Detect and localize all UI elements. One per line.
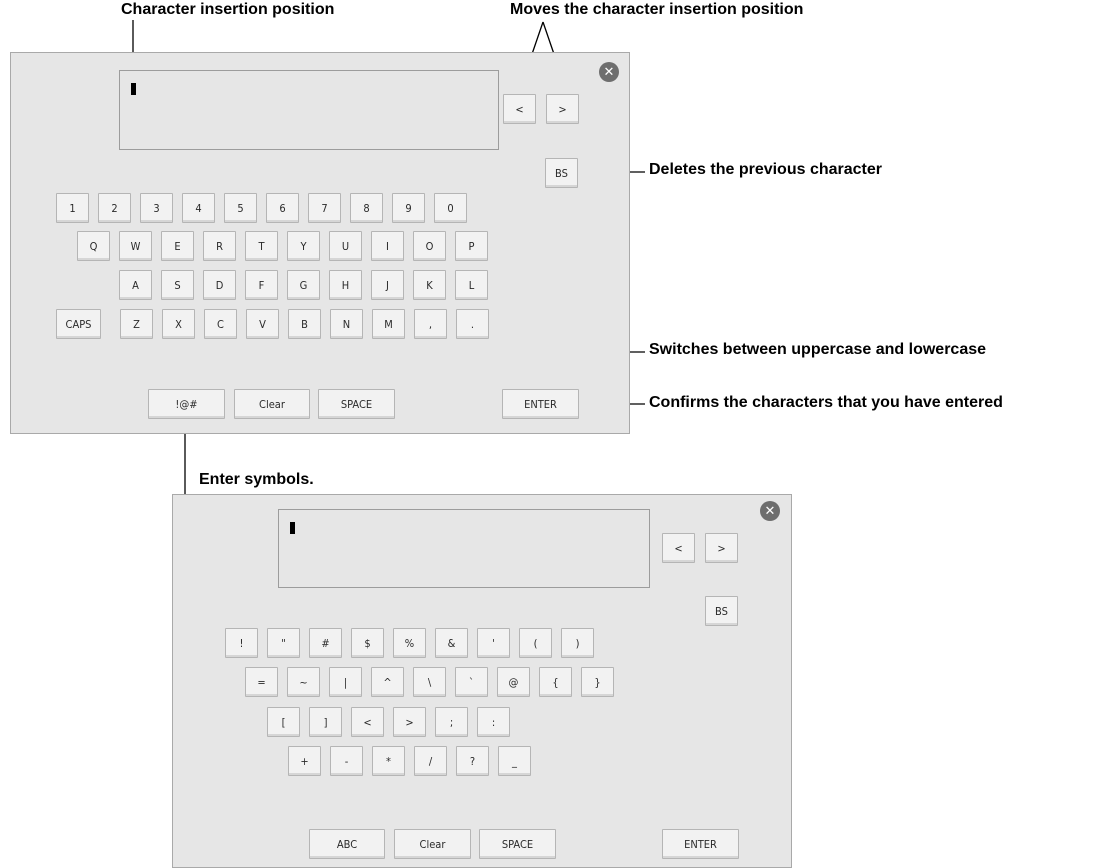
key-char[interactable]: L — [455, 270, 488, 300]
key-char[interactable]: + — [288, 746, 321, 776]
key-char[interactable]: M — [372, 309, 405, 339]
key-char[interactable]: , — [414, 309, 447, 339]
space-button[interactable]: SPACE — [318, 389, 395, 419]
key-char[interactable]: # — [309, 628, 342, 658]
key-char[interactable]: G — [287, 270, 320, 300]
key-char[interactable]: ! — [225, 628, 258, 658]
key-char[interactable]: . — [456, 309, 489, 339]
keyboard-panel-symbols: ✕ < > BS ! " # $% & '() = ~ | ^ \ ` @{}[] < >;: + - * /? _ … — [172, 494, 792, 868]
key-char[interactable]: T — [245, 231, 278, 261]
key-char[interactable]: ^ — [371, 667, 404, 697]
key-char[interactable]: R — [203, 231, 236, 261]
key-caps[interactable]: CAPS — [56, 309, 101, 339]
key-char[interactable]: * — [372, 746, 405, 776]
key-char[interactable]: { — [539, 667, 572, 697]
close-icon[interactable]: ✕ — [599, 62, 619, 82]
key-char[interactable]: B — [288, 309, 321, 339]
cursor-right-button[interactable]: > — [546, 94, 579, 124]
key-char[interactable]: ` — [455, 667, 488, 697]
annotation-move-cursor: Moves the character insertion position — [510, 1, 804, 18]
key-char[interactable]: 3 — [140, 193, 173, 223]
key-char[interactable]: $ — [351, 628, 384, 658]
key-char[interactable]: ( — [519, 628, 552, 658]
enter-button[interactable]: ENTER — [662, 829, 739, 859]
key-char[interactable]: 8 — [350, 193, 383, 223]
key-char[interactable]: % — [393, 628, 426, 658]
key-char[interactable]: P — [455, 231, 488, 261]
key-char[interactable]: W — [119, 231, 152, 261]
text-cursor — [290, 522, 295, 534]
key-char[interactable]: ~ — [287, 667, 320, 697]
backspace-button[interactable]: BS — [545, 158, 578, 188]
key-char[interactable]: C — [204, 309, 237, 339]
annotation-enter: Confirms the characters that you have en… — [649, 394, 1003, 411]
key-char[interactable]: 1 — [56, 193, 89, 223]
key-char[interactable]: & — [435, 628, 468, 658]
key-char[interactable]: J — [371, 270, 404, 300]
annotation-symbols: Enter symbols. — [199, 471, 314, 488]
clear-button[interactable]: Clear — [234, 389, 310, 419]
key-char[interactable]: : — [477, 707, 510, 737]
key-char[interactable]: N — [330, 309, 363, 339]
key-char[interactable]: < — [351, 707, 384, 737]
key-char[interactable]: Z — [120, 309, 153, 339]
key-char[interactable]: ] — [309, 707, 342, 737]
close-icon[interactable]: ✕ — [760, 501, 780, 521]
key-char[interactable]: " — [267, 628, 300, 658]
text-input-display[interactable] — [119, 70, 499, 150]
text-cursor — [131, 83, 136, 95]
cursor-right-button[interactable]: > — [705, 533, 738, 563]
annotation-cursor-position: Character insertion position — [121, 1, 335, 18]
key-char[interactable]: V — [246, 309, 279, 339]
key-char[interactable]: E — [161, 231, 194, 261]
annotation-caps: Switches between uppercase and lowercase — [649, 341, 987, 358]
key-char[interactable]: > — [393, 707, 426, 737]
clear-button[interactable]: Clear — [394, 829, 471, 859]
key-char[interactable]: A — [119, 270, 152, 300]
space-button[interactable]: SPACE — [479, 829, 556, 859]
key-char[interactable]: O — [413, 231, 446, 261]
key-char[interactable]: S — [161, 270, 194, 300]
keyboard-panel-main: ✕ < > BS 1 2 3 4 5 6 7 8 9 0 Q W E R T Y U I O P A S D F G H J K L CA… — [10, 52, 630, 434]
key-char[interactable]: | — [329, 667, 362, 697]
key-char[interactable]: [ — [267, 707, 300, 737]
key-char[interactable]: = — [245, 667, 278, 697]
backspace-button[interactable]: BS — [705, 596, 738, 626]
key-char[interactable]: H — [329, 270, 362, 300]
key-char[interactable]: @ — [497, 667, 530, 697]
key-char[interactable]: K — [413, 270, 446, 300]
key-char[interactable]: X — [162, 309, 195, 339]
key-char[interactable]: ) — [561, 628, 594, 658]
key-char[interactable]: 9 — [392, 193, 425, 223]
key-char[interactable]: ' — [477, 628, 510, 658]
abc-mode-button[interactable]: ABC — [309, 829, 385, 859]
key-char[interactable]: ; — [435, 707, 468, 737]
key-char[interactable]: 4 — [182, 193, 215, 223]
key-char[interactable]: D — [203, 270, 236, 300]
key-char[interactable]: F — [245, 270, 278, 300]
key-char[interactable]: 5 — [224, 193, 257, 223]
key-char[interactable]: Y — [287, 231, 320, 261]
key-char[interactable]: ? — [456, 746, 489, 776]
text-input-display[interactable] — [278, 509, 650, 588]
enter-button[interactable]: ENTER — [502, 389, 579, 419]
symbol-mode-button[interactable]: !@# — [148, 389, 225, 419]
annotation-backspace: Deletes the previous character — [649, 161, 882, 178]
key-char[interactable]: - — [330, 746, 363, 776]
key-char[interactable]: 0 — [434, 193, 467, 223]
key-char[interactable]: U — [329, 231, 362, 261]
key-char[interactable]: / — [414, 746, 447, 776]
key-char[interactable]: 2 — [98, 193, 131, 223]
cursor-left-button[interactable]: < — [503, 94, 536, 124]
key-char[interactable]: 6 — [266, 193, 299, 223]
key-char[interactable]: \ — [413, 667, 446, 697]
key-char[interactable]: Q — [77, 231, 110, 261]
key-char[interactable]: I — [371, 231, 404, 261]
key-char[interactable]: _ — [498, 746, 531, 776]
cursor-left-button[interactable]: < — [662, 533, 695, 563]
key-char[interactable]: } — [581, 667, 614, 697]
key-char[interactable]: 7 — [308, 193, 341, 223]
